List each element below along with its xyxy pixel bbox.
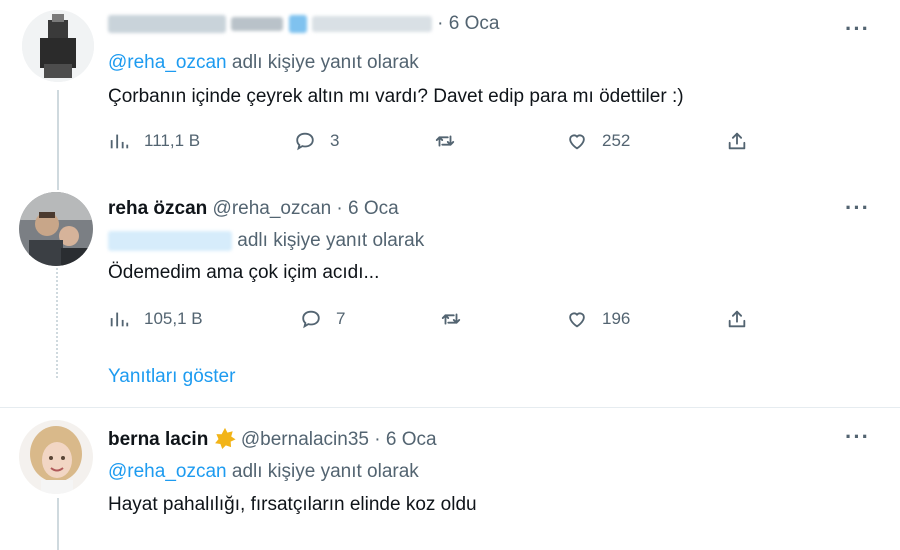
- reply-context: @reha_ozcan adlı kişiye yanıt olarak: [108, 461, 419, 483]
- thread-connector: [56, 268, 60, 378]
- reply-button[interactable]: 7: [300, 308, 345, 330]
- views-count: 111,1 B: [144, 131, 201, 150]
- blurred-mention: [108, 230, 232, 251]
- blurred-name-part: [231, 16, 284, 31]
- tweet-time[interactable]: 6 Oca: [348, 198, 399, 219]
- views-button[interactable]: 105,1 B: [108, 308, 203, 330]
- blurred-badge: [288, 14, 307, 33]
- author-handle[interactable]: @reha_ozcan: [213, 198, 332, 219]
- reply-mention-link[interactable]: @reha_ozcan: [108, 52, 227, 73]
- blurred-handle: [311, 15, 432, 32]
- more-options-button[interactable]: ···: [845, 426, 870, 448]
- reply-button[interactable]: 3: [294, 130, 339, 152]
- dot-separator: ·: [437, 13, 444, 34]
- speech-bubble-icon: [302, 310, 320, 329]
- thread-line: [57, 90, 59, 182]
- retweet-button[interactable]: [434, 130, 470, 152]
- tweet-1[interactable]: · 6 Oca ··· @reha_ozcan adlı kişiye yanı…: [0, 0, 900, 182]
- blurred-name: [108, 14, 226, 33]
- share-button[interactable]: [726, 130, 762, 152]
- tweet-actions: 105,1 B 7 196: [108, 308, 768, 338]
- tweet-text: Hayat pahalılığı, fırsatçıların elinde k…: [108, 494, 477, 515]
- tweet-3[interactable]: berna lacin @bernalacin35 · 6 Oca ··· @r…: [0, 408, 900, 550]
- tweet-header: · 6 Oca: [108, 13, 499, 35]
- avatar-berna-lacin[interactable]: [19, 420, 93, 494]
- show-replies-link[interactable]: Yanıtları göster: [108, 366, 235, 388]
- reply-count: 7: [336, 309, 346, 328]
- retweet-button[interactable]: [440, 308, 476, 330]
- tweet-header: berna lacin @bernalacin35 · 6 Oca: [108, 427, 437, 451]
- views-count: 105,1 B: [144, 309, 203, 328]
- tweet-text: Çorbanın içinde çeyrek altın mı vardı? D…: [108, 86, 684, 107]
- tweet-text: Ödemedim ama çok içim acıdı...: [108, 262, 380, 283]
- bar-chart-icon: [110, 312, 129, 327]
- dot-separator: ·: [374, 429, 381, 450]
- tweet-time[interactable]: 6 Oca: [386, 429, 437, 450]
- dot-separator: ·: [336, 198, 343, 219]
- share-icon: [728, 132, 746, 150]
- more-options-button[interactable]: ···: [845, 197, 870, 219]
- retweet-icon: [441, 313, 461, 325]
- retweet-icon: [435, 135, 455, 147]
- like-button[interactable]: 196: [566, 308, 630, 330]
- share-icon: [728, 310, 746, 328]
- author-name[interactable]: reha özcan: [108, 198, 207, 219]
- like-count: 252: [602, 131, 631, 150]
- heart-icon: [569, 312, 585, 328]
- more-options-button[interactable]: ···: [845, 18, 870, 40]
- thread-line: [57, 498, 59, 550]
- thread-line: [57, 180, 59, 190]
- views-button[interactable]: 111,1 B: [108, 130, 200, 152]
- reply-count: 3: [330, 131, 340, 150]
- reply-context-text: adlı kişiye yanıt olarak: [231, 461, 419, 482]
- author-name[interactable]: berna lacin: [108, 429, 208, 450]
- reply-context-text: adlı kişiye yanıt olarak: [231, 52, 419, 73]
- bar-chart-icon: [110, 134, 129, 149]
- tweet-actions: 111,1 B 3 252: [108, 130, 768, 160]
- speech-bubble-icon: [296, 132, 314, 151]
- share-button[interactable]: [726, 308, 762, 330]
- reply-context: adlı kişiye yanıt olarak: [108, 230, 424, 252]
- avatar-blurred[interactable]: [22, 10, 94, 82]
- reply-mention-link[interactable]: @reha_ozcan: [108, 461, 227, 482]
- author-handle[interactable]: @bernalacin35: [241, 429, 369, 450]
- gold-badge-icon: [214, 427, 236, 449]
- reply-context-text: adlı kişiye yanıt olarak: [237, 230, 425, 251]
- reply-context: @reha_ozcan adlı kişiye yanıt olarak: [108, 52, 419, 74]
- like-button[interactable]: 252: [566, 130, 630, 152]
- avatar-reha-ozcan[interactable]: [19, 192, 93, 266]
- tweet-time[interactable]: 6 Oca: [449, 13, 500, 34]
- heart-icon: [569, 134, 585, 150]
- like-count: 196: [602, 309, 631, 328]
- tweet-header: reha özcan @reha_ozcan · 6 Oca: [108, 198, 399, 220]
